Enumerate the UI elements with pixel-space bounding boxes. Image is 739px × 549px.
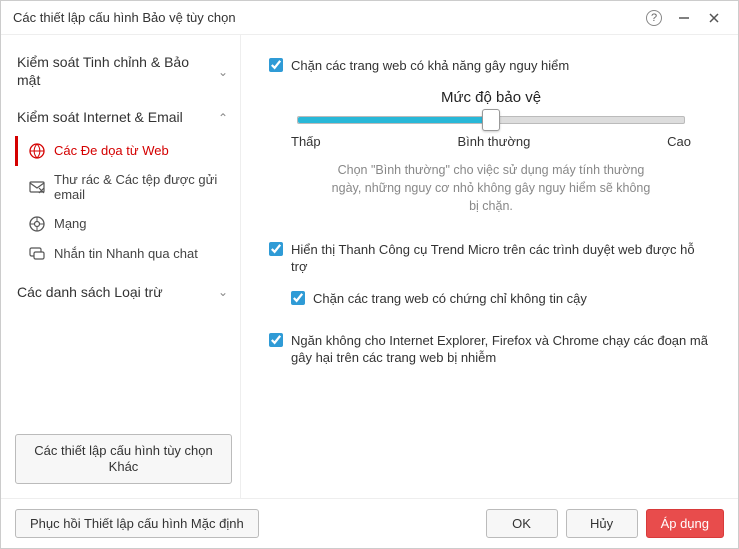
minimize-button[interactable] <box>672 6 696 30</box>
sidebar-item-label: Nhắn tin Nhanh qua chat <box>54 246 228 262</box>
chevron-down-icon: ⌄ <box>216 285 230 299</box>
spacer <box>269 322 710 332</box>
protection-level-block: Mức độ bảo vệ Thấp Bình thường Cao Chọn … <box>291 89 691 215</box>
ok-button[interactable]: OK <box>486 509 558 538</box>
show-toolbar-row[interactable]: Hiển thị Thanh Công cụ Trend Micro trên … <box>269 241 710 276</box>
sidebar-item-label: Mạng <box>54 216 228 232</box>
slider-label-low: Thấp <box>291 134 321 149</box>
slider-thumb[interactable] <box>482 109 500 131</box>
apply-button[interactable]: Áp dụng <box>646 509 724 538</box>
chevron-down-icon: ⌄ <box>216 65 230 79</box>
close-icon <box>708 12 720 24</box>
slider-fill <box>298 117 491 123</box>
cancel-button[interactable]: Hủy <box>566 509 638 538</box>
slider-label-mid: Bình thường <box>457 134 530 149</box>
block-dangerous-sites-checkbox[interactable] <box>269 58 283 72</box>
help-icon: ? <box>646 10 662 26</box>
title-bar: Các thiết lập cấu hình Bảo vệ tùy chọn ? <box>1 1 738 35</box>
other-settings-button[interactable]: Các thiết lập cấu hình tùy chọn Khác <box>15 434 232 485</box>
checkbox-label: Hiển thị Thanh Công cụ Trend Micro trên … <box>291 241 710 276</box>
sidebar-item-label: Các Đe dọa từ Web <box>54 143 228 159</box>
close-button[interactable] <box>702 6 726 30</box>
show-toolbar-checkbox[interactable] <box>269 242 283 256</box>
restore-defaults-button[interactable]: Phục hồi Thiết lập cấu hình Mặc định <box>15 509 259 538</box>
slider-labels: Thấp Bình thường Cao <box>291 134 691 149</box>
sidebar-section-exclusions: Các danh sách Loại trừ ⌄ <box>15 279 232 307</box>
sidebar-header-label: Kiểm soát Tinh chỉnh & Bảo mật <box>17 54 216 89</box>
sidebar-item-chat[interactable]: Nhắn tin Nhanh qua chat <box>15 239 232 269</box>
checkbox-label: Chặn các trang web có khả năng gây nguy … <box>291 57 710 75</box>
block-scripts-row[interactable]: Ngăn không cho Internet Explorer, Firefo… <box>269 332 710 367</box>
slider-label-high: Cao <box>667 134 691 149</box>
sidebar-item-spam[interactable]: Thư rác & Các tệp được gửi email <box>15 166 232 209</box>
block-untrusted-cert-row[interactable]: Chặn các trang web có chứng chỉ không ti… <box>291 290 710 308</box>
block-untrusted-cert-checkbox[interactable] <box>291 291 305 305</box>
sidebar-section-privacy: Kiểm soát Tinh chỉnh & Bảo mật ⌄ <box>15 49 232 94</box>
checkbox-label: Chặn các trang web có chứng chỉ không ti… <box>313 290 710 308</box>
checkbox-label: Ngăn không cho Internet Explorer, Firefo… <box>291 332 710 367</box>
sidebar-header-internet[interactable]: Kiểm soát Internet & Email ⌃ <box>15 104 232 132</box>
sidebar-header-label: Các danh sách Loại trừ <box>17 284 216 302</box>
network-icon <box>28 215 46 233</box>
minimize-icon <box>678 12 690 24</box>
sidebar: Kiểm soát Tinh chỉnh & Bảo mật ⌄ Kiểm so… <box>1 35 241 498</box>
chat-icon <box>28 245 46 263</box>
help-button[interactable]: ? <box>642 6 666 30</box>
sidebar-item-label: Thư rác & Các tệp được gửi email <box>54 172 228 203</box>
footer: Phục hồi Thiết lập cấu hình Mặc định OK … <box>1 498 738 548</box>
block-dangerous-sites-row[interactable]: Chặn các trang web có khả năng gây nguy … <box>269 57 710 75</box>
sidebar-footer: Các thiết lập cấu hình tùy chọn Khác <box>15 434 232 485</box>
mail-cross-icon <box>28 178 46 196</box>
slider-hint: Chọn "Bình thường" cho việc sử dụng máy … <box>331 161 651 215</box>
protection-level-slider[interactable] <box>297 116 685 124</box>
sidebar-header-exclusions[interactable]: Các danh sách Loại trừ ⌄ <box>15 279 232 307</box>
sidebar-item-network[interactable]: Mạng <box>15 209 232 239</box>
chevron-up-icon: ⌃ <box>216 111 230 125</box>
sidebar-header-privacy[interactable]: Kiểm soát Tinh chỉnh & Bảo mật ⌄ <box>15 49 232 94</box>
sidebar-header-label: Kiểm soát Internet & Email <box>17 109 216 127</box>
globe-alert-icon <box>28 142 46 160</box>
sidebar-section-internet: Kiểm soát Internet & Email ⌃ Các Đe dọa … <box>15 104 232 269</box>
window-title: Các thiết lập cấu hình Bảo vệ tùy chọn <box>13 10 636 25</box>
content-pane: Chặn các trang web có khả năng gây nguy … <box>241 35 738 498</box>
sidebar-item-web-threats[interactable]: Các Đe dọa từ Web <box>15 136 232 166</box>
body: Kiểm soát Tinh chỉnh & Bảo mật ⌄ Kiểm so… <box>1 35 738 498</box>
sidebar-items: Các Đe dọa từ Web Thư rác & Các tệp được… <box>15 136 232 269</box>
block-scripts-checkbox[interactable] <box>269 333 283 347</box>
slider-title: Mức độ bảo vệ <box>291 89 691 106</box>
